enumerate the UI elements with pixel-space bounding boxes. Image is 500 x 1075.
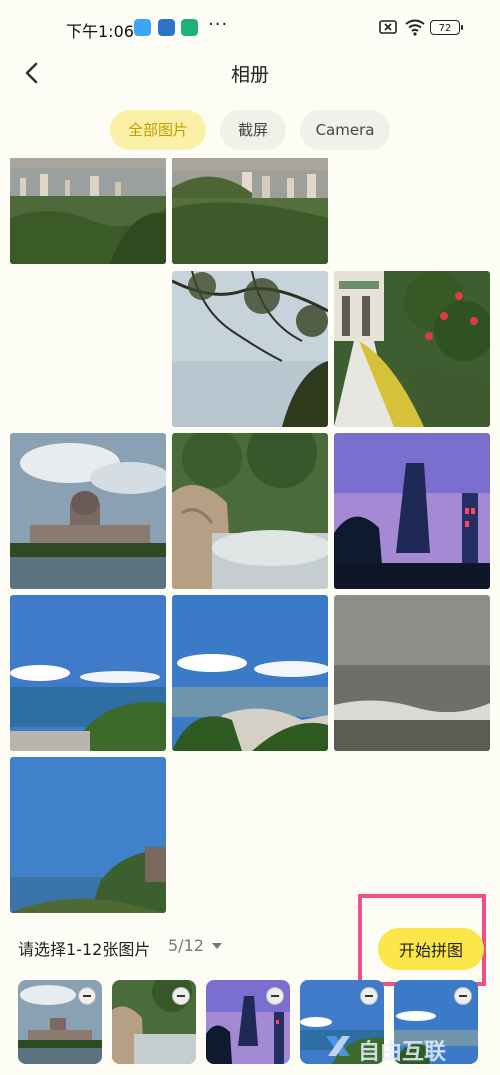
remove-icon[interactable]: [360, 987, 378, 1005]
page-title: 相册: [230, 64, 269, 86]
remove-icon[interactable]: [454, 987, 472, 1005]
watermark-text: 自由互联: [358, 1040, 447, 1065]
photo-city-view-2[interactable]: [172, 158, 328, 264]
selection-count[interactable]: 5/12: [168, 936, 204, 955]
no-sim-icon: [379, 20, 397, 34]
photo-grid: [0, 158, 500, 918]
photo-waterfall-rocks[interactable]: [172, 433, 328, 589]
photo-bay-coast-2[interactable]: [172, 595, 328, 751]
photo-city-view-1[interactable]: [10, 158, 166, 264]
remove-icon[interactable]: [266, 987, 284, 1005]
battery-icon: 72: [430, 20, 463, 35]
tab-all-images[interactable]: 全部图片: [110, 110, 206, 150]
app-icon: [181, 19, 198, 36]
thumb-palace-lake[interactable]: [18, 980, 102, 1064]
photo-sea-waves[interactable]: [334, 595, 490, 751]
album-tabs: 全部图片 截屏 Camera: [0, 110, 500, 152]
start-collage-button[interactable]: 开始拼图: [378, 928, 484, 970]
thumb-tower-night[interactable]: [206, 980, 290, 1064]
photo-tree-branches[interactable]: [172, 271, 328, 427]
status-bar: 下午1:06 ··· 72: [0, 0, 500, 56]
caret-down-icon[interactable]: [212, 943, 222, 949]
status-time: 下午1:06: [66, 22, 134, 41]
thumb-waterfall-rocks[interactable]: [112, 980, 196, 1064]
photo-sea-cliff[interactable]: [10, 757, 166, 913]
photo-palace-lake[interactable]: [10, 433, 166, 589]
watermark: 自由互联: [324, 1030, 494, 1070]
remove-icon[interactable]: [78, 987, 96, 1005]
photo-bay-coast-1[interactable]: [10, 595, 166, 751]
watermark-logo-icon: [326, 1036, 350, 1056]
wifi-icon: [405, 19, 425, 36]
tab-screenshots[interactable]: 截屏: [220, 110, 286, 150]
more-indicator: ···: [208, 14, 229, 35]
person-icon: [158, 19, 175, 36]
remove-icon[interactable]: [172, 987, 190, 1005]
select-hint: 请选择1-12张图片: [18, 940, 151, 959]
photo-tower-night[interactable]: [334, 433, 490, 589]
photo-garden-path[interactable]: [334, 271, 490, 427]
tab-camera[interactable]: Camera: [300, 110, 390, 150]
cloud-icon: [134, 19, 151, 36]
